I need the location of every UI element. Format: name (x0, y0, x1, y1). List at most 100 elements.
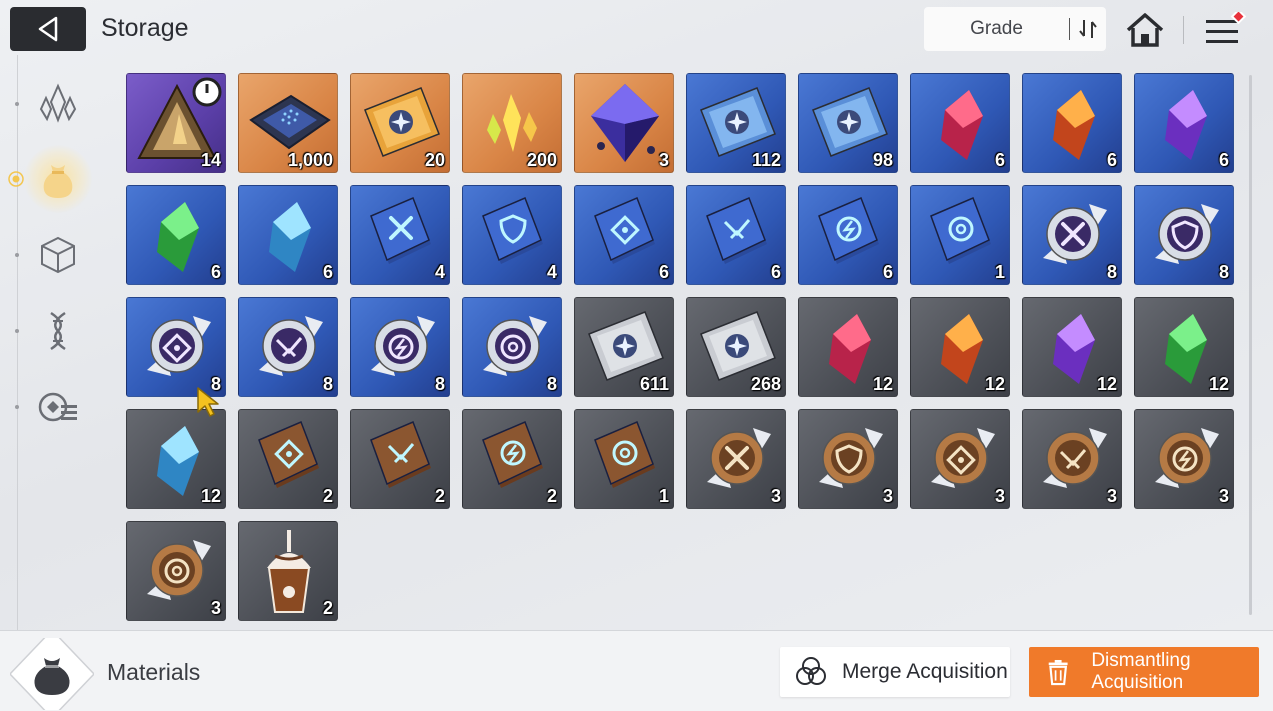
item-quantity: 2 (434, 486, 445, 506)
item-slot[interactable]: 12 (1022, 297, 1122, 397)
item-quantity: 12 (872, 374, 893, 394)
item-slot[interactable]: 3 (126, 521, 226, 621)
cube-icon (41, 236, 75, 274)
item-slot[interactable]: 611 (574, 297, 674, 397)
item-quantity: 1 (994, 262, 1005, 282)
pointer-cursor-icon (197, 387, 219, 417)
gear-list-icon (38, 392, 77, 422)
item-quantity: 3 (658, 150, 669, 170)
item-quantity: 20 (424, 150, 445, 170)
item-slot[interactable]: 6 (798, 185, 898, 285)
sidebar-item-box[interactable] (34, 231, 82, 279)
item-quantity: 12 (1208, 374, 1229, 394)
item-slot[interactable]: 6 (1134, 73, 1234, 173)
item-quantity: 3 (994, 486, 1005, 506)
item-slot[interactable]: 6 (126, 185, 226, 285)
item-quantity: 12 (1096, 374, 1117, 394)
item-slot[interactable]: 4 (462, 185, 562, 285)
item-quantity: 3 (210, 598, 221, 618)
item-quantity: 8 (1106, 262, 1117, 282)
item-slot[interactable]: 1 (574, 409, 674, 509)
merge-acquisition-button[interactable]: Merge Acquisition (780, 647, 1010, 697)
item-quantity: 6 (658, 262, 669, 282)
item-slot[interactable]: 1 (910, 185, 1010, 285)
item-quantity: 2 (322, 598, 333, 618)
item-slot[interactable]: 12 (798, 297, 898, 397)
item-quantity: 8 (322, 374, 333, 394)
item-quantity: 2 (322, 486, 333, 506)
item-quantity: 268 (750, 374, 781, 394)
item-slot[interactable]: 98 (798, 73, 898, 173)
rail-dot (15, 253, 19, 257)
item-slot[interactable]: 200 (462, 73, 562, 173)
sidebar-item-materials[interactable] (24, 145, 92, 213)
item-quantity: 12 (200, 486, 221, 506)
item-slot[interactable]: 6 (910, 73, 1010, 173)
item-slot[interactable]: 12 (126, 409, 226, 509)
item-slot[interactable]: 3 (1134, 409, 1234, 509)
item-slot[interactable]: 2 (462, 409, 562, 509)
item-slot[interactable]: 3 (1022, 409, 1122, 509)
item-quantity: 98 (872, 150, 893, 170)
item-slot[interactable]: 12 (910, 297, 1010, 397)
item-slot[interactable]: 6 (574, 185, 674, 285)
menu-icon[interactable] (1204, 12, 1248, 48)
item-slot[interactable]: 8 (350, 297, 450, 397)
item-slot[interactable]: 8 (1134, 185, 1234, 285)
page-title: Storage (101, 14, 189, 42)
item-slot[interactable]: 268 (686, 297, 786, 397)
trash-icon (1048, 659, 1068, 686)
item-quantity: 14 (200, 150, 221, 170)
item-quantity: 3 (770, 486, 781, 506)
item-slot[interactable]: 3 (910, 409, 1010, 509)
item-quantity: 611 (639, 374, 669, 394)
item-slot[interactable]: 8 (462, 297, 562, 397)
dismantling-acquisition-label: Dismantling Acquisition (1091, 650, 1191, 693)
item-slot[interactable]: 2 (238, 521, 338, 621)
item-quantity: 6 (1218, 150, 1229, 170)
item-quantity: 6 (210, 262, 221, 282)
back-button[interactable] (10, 7, 86, 51)
item-slot[interactable]: 3 (798, 409, 898, 509)
item-quantity: 6 (1106, 150, 1117, 170)
grade-sort-control[interactable]: Grade (924, 7, 1106, 51)
rail-dot (15, 102, 19, 106)
rail-dot (15, 405, 19, 409)
item-quantity: 1,000 (287, 150, 333, 170)
sidebar-item-dna[interactable] (34, 307, 82, 355)
item-slot[interactable]: 2 (350, 409, 450, 509)
item-slot[interactable]: 8 (126, 297, 226, 397)
item-slot[interactable]: 4 (350, 185, 450, 285)
item-quantity: 3 (1106, 486, 1117, 506)
item-quantity: 3 (1218, 486, 1229, 506)
item-slot[interactable]: 1,000 (238, 73, 338, 173)
item-slot[interactable]: 8 (1022, 185, 1122, 285)
item-slot[interactable]: 12 (1134, 297, 1234, 397)
item-slot[interactable]: 14 (126, 73, 226, 173)
crystal-cluster-icon (39, 83, 77, 123)
item-slot[interactable]: 3 (686, 409, 786, 509)
item-slot[interactable]: 6 (1022, 73, 1122, 173)
item-slot[interactable]: 112 (686, 73, 786, 173)
grade-filter-label[interactable]: Grade (924, 18, 1069, 40)
merge-acquisition-label: Merge Acquisition (842, 660, 1008, 683)
item-slot[interactable]: 6 (238, 185, 338, 285)
item-slot[interactable]: 2 (238, 409, 338, 509)
item-slot[interactable]: 3 (574, 73, 674, 173)
sidebar-item-crystal[interactable] (34, 80, 82, 128)
item-quantity: 8 (1218, 262, 1229, 282)
item-quantity: 8 (546, 374, 557, 394)
home-icon[interactable] (1125, 11, 1165, 49)
item-slot[interactable]: 6 (686, 185, 786, 285)
sort-arrows-icon[interactable] (1070, 18, 1106, 40)
item-slot[interactable]: 8 (238, 297, 338, 397)
dismantling-acquisition-button[interactable]: Dismantling Acquisition (1029, 647, 1259, 697)
item-quantity: 1 (658, 486, 669, 506)
category-badge (10, 638, 94, 710)
item-slot[interactable]: 20 (350, 73, 450, 173)
item-quantity: 6 (770, 262, 781, 282)
scrollbar[interactable] (1249, 75, 1252, 615)
header-divider (1183, 16, 1184, 44)
sidebar-item-misc[interactable] (34, 383, 82, 431)
item-quantity: 6 (994, 150, 1005, 170)
